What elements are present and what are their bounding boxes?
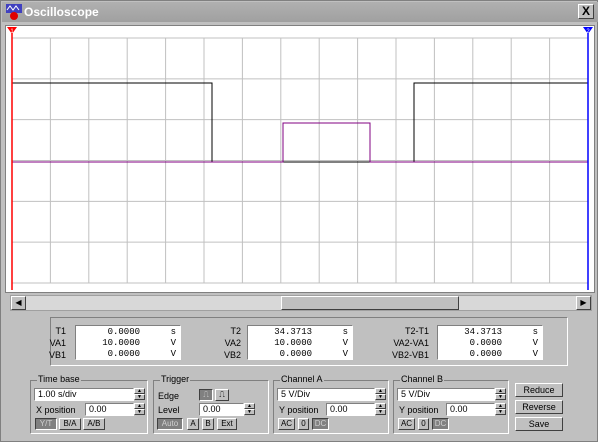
readout-box-t2: 34.3713 s 10.0000 V 0.0000 V	[247, 325, 353, 360]
xpos-label: X position	[36, 405, 76, 415]
save-button[interactable]: Save	[515, 417, 563, 431]
channel-b-zero-button[interactable]: 0	[418, 418, 429, 430]
channel-a-scale-field[interactable]: 5 V/Div	[277, 388, 375, 401]
oscilloscope-window: Oscilloscope X 12 ◀ ▶ T1 VA1 VB1 0.0000 s…	[0, 0, 598, 442]
channel-a-group: Channel A 5 V/Div ▲ ▼ Y position 0.00 ▲ ▼ …	[273, 374, 389, 434]
readout-label: VB1	[48, 350, 66, 360]
time-scrollbar[interactable]: ◀ ▶	[10, 295, 592, 311]
channel-a-ypos-field[interactable]: 0.00	[326, 403, 375, 416]
readout-label: T2-T1	[404, 326, 429, 336]
readout-label: T2	[230, 326, 241, 336]
timebase-scale-field[interactable]: 1.00 s/div	[34, 388, 134, 401]
title-bar[interactable]: Oscilloscope X	[2, 2, 598, 22]
scroll-thumb[interactable]	[281, 296, 459, 310]
rising-edge-icon[interactable]: ⎍	[199, 389, 213, 401]
mode-yt-button[interactable]: Y/T	[35, 418, 57, 430]
edge-label: Edge	[158, 391, 180, 401]
channel-b-scale-field[interactable]: 5 V/Div	[397, 388, 495, 401]
oscilloscope-screen: 12	[5, 25, 595, 293]
channel-b-group: Channel B 5 V/Div ▲ ▼ Y position 0.00 ▲ ▼ …	[393, 374, 509, 434]
trigger-title: Trigger	[160, 374, 191, 384]
xpos-field[interactable]: 0.00	[85, 403, 134, 416]
channel-a-dc-button[interactable]: DC	[312, 418, 329, 430]
timebase-group: Time base 1.00 s/div ▲ ▼ X position 0.00 …	[30, 374, 148, 434]
channel-b-title: Channel B	[400, 374, 445, 384]
trigger-group: Trigger Edge ⎍ ⎍ Level 0.00 ▲ ▼ Auto A B …	[153, 374, 269, 434]
readout-box-t1: 0.0000 s 10.0000 V 0.0000 V	[75, 325, 181, 360]
scroll-left-arrow-icon[interactable]: ◀	[11, 296, 26, 310]
timebase-scale-spinner[interactable]: ▲ ▼	[134, 388, 145, 401]
channel-a-ypos-label: Y position	[279, 405, 319, 415]
readout-label: VB2-VB1	[391, 350, 429, 360]
channel-b-ypos-field[interactable]: 0.00	[446, 403, 495, 416]
scroll-right-arrow-icon[interactable]: ▶	[576, 296, 591, 310]
channel-b-scale-spinner[interactable]: ▲ ▼	[495, 388, 506, 401]
reduce-button[interactable]: Reduce	[515, 383, 563, 397]
channel-a-ac-button[interactable]: AC	[278, 418, 295, 430]
channel-a-zero-button[interactable]: 0	[298, 418, 309, 430]
trigger-ext-button[interactable]: Ext	[217, 418, 237, 430]
falling-edge-icon[interactable]: ⎍	[215, 389, 229, 401]
level-label: Level	[158, 405, 180, 415]
channel-b-ypos-label: Y position	[399, 405, 439, 415]
channel-a-title: Channel A	[280, 374, 324, 384]
trigger-a-button[interactable]: A	[187, 418, 199, 430]
channel-b-ypos-spinner[interactable]: ▲ ▼	[495, 403, 506, 416]
channel-b-dc-button[interactable]: DC	[432, 418, 449, 430]
readout-label: VB2	[223, 350, 241, 360]
cursor-readouts: T1 VA1 VB1 0.0000 s 10.0000 V 0.0000 V T2 V…	[49, 317, 568, 366]
close-button[interactable]: X	[578, 4, 594, 19]
readout-label: VA2	[224, 338, 241, 348]
readout-box-delta: 34.3713 s 0.0000 V 0.0000 V	[437, 325, 543, 360]
timebase-title: Time base	[37, 374, 81, 384]
trigger-auto-button[interactable]: Auto	[157, 418, 183, 430]
level-field[interactable]: 0.00	[199, 403, 244, 416]
readout-label: VA1	[49, 338, 66, 348]
readout-label: VA2-VA1	[393, 338, 429, 348]
channel-a-scale-spinner[interactable]: ▲ ▼	[375, 388, 386, 401]
mode-ab-button[interactable]: A/B	[83, 418, 105, 430]
channel-a-ypos-spinner[interactable]: ▲ ▼	[375, 403, 386, 416]
channel-b-trace	[12, 122, 588, 163]
reverse-button[interactable]: Reverse	[515, 400, 563, 414]
channel-b-ac-button[interactable]: AC	[398, 418, 415, 430]
trigger-b-button[interactable]: B	[202, 418, 214, 430]
mode-ba-button[interactable]: B/A	[59, 418, 81, 430]
xpos-spinner[interactable]: ▲ ▼	[134, 403, 145, 416]
waveform-display: 12	[7, 27, 593, 290]
window-title: Oscilloscope	[24, 5, 99, 19]
readout-label: T1	[55, 326, 66, 336]
level-spinner[interactable]: ▲ ▼	[244, 403, 255, 416]
oscilloscope-app-icon	[6, 4, 22, 20]
